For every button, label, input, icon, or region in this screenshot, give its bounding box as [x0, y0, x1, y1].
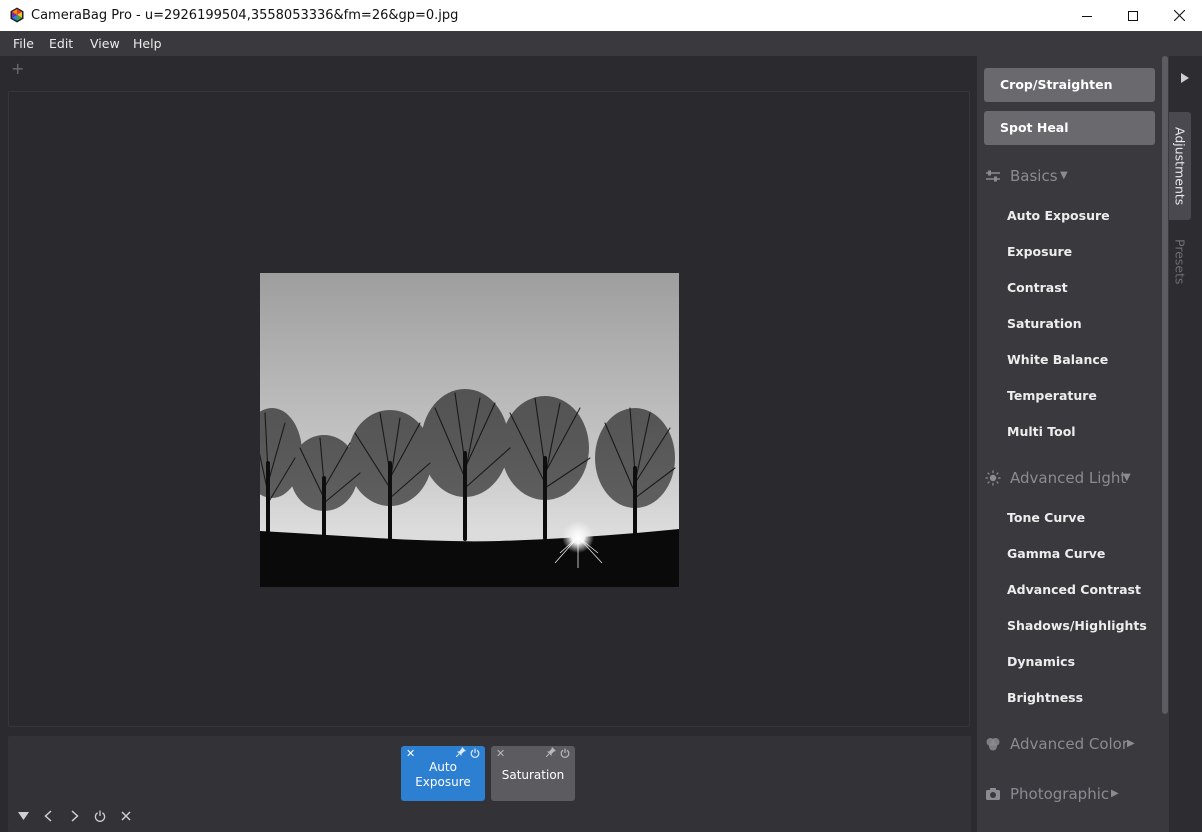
close-icon: [121, 811, 131, 821]
stack-chip-auto-exposure[interactable]: Auto Exposure ✕: [401, 746, 485, 801]
close-button[interactable]: [1156, 0, 1202, 31]
adjustment-gamma-curve[interactable]: Gamma Curve: [1007, 545, 1105, 563]
clear-stack-button[interactable]: [117, 808, 135, 824]
adjustment-brightness[interactable]: Brightness: [1007, 689, 1083, 707]
maximize-icon: [1128, 10, 1138, 21]
adjustment-saturation[interactable]: Saturation: [1007, 315, 1082, 333]
adjustment-white-balance[interactable]: White Balance: [1007, 351, 1108, 369]
remove-icon[interactable]: ✕: [496, 747, 505, 760]
section-basics[interactable]: Basics ▼: [977, 164, 1157, 188]
adjustment-temperature[interactable]: Temperature: [1007, 387, 1097, 405]
adjustments-panel: Crop/Straighten Spot Heal Basics ▼ Auto …: [977, 56, 1169, 832]
previous-icon: [44, 810, 52, 822]
minimize-button[interactable]: [1064, 0, 1110, 31]
chevron-down-icon: ▼: [1123, 472, 1131, 483]
chevron-down-icon: ▼: [1060, 170, 1068, 181]
adjustment-exposure[interactable]: Exposure: [1007, 243, 1072, 261]
menu-bar: File Edit View Help: [0, 31, 1202, 56]
menu-view[interactable]: View: [90, 31, 120, 56]
menu-help[interactable]: Help: [133, 31, 162, 56]
power-icon: [94, 810, 106, 822]
collapse-panel-icon[interactable]: [1181, 73, 1189, 83]
app-logo-icon: [10, 7, 24, 23]
adjustment-dynamics[interactable]: Dynamics: [1007, 653, 1075, 671]
crop-straighten-button[interactable]: Crop/Straighten: [984, 68, 1155, 102]
section-title: Basics: [1010, 167, 1058, 185]
adjustment-multi-tool[interactable]: Multi Tool: [1007, 423, 1076, 441]
stack-chip-saturation[interactable]: Saturation ✕: [491, 746, 575, 801]
chevron-right-icon: ▶: [1127, 738, 1135, 749]
adjustment-auto-exposure[interactable]: Auto Exposure: [1007, 207, 1110, 225]
adjustment-stack: Auto Exposure ✕ Saturation ✕: [8, 736, 971, 832]
camera-icon: [986, 788, 1000, 800]
section-title: Advanced Light: [1010, 469, 1127, 487]
section-title: Advanced Color: [1010, 735, 1129, 753]
power-icon[interactable]: [560, 748, 570, 758]
photo-preview: [260, 273, 679, 587]
add-tab-button[interactable]: +: [11, 60, 24, 78]
collapse-down-icon: [17, 811, 29, 820]
color-circles-icon: [986, 738, 1000, 751]
maximize-button[interactable]: [1110, 0, 1156, 31]
title-bar: CameraBag Pro - u=2926199504,3558053336&…: [0, 0, 1202, 31]
canvas-area: + Auto Exposure ✕ Saturation ✕: [0, 56, 977, 832]
pin-icon[interactable]: [546, 747, 556, 757]
chevron-right-icon: ▶: [1111, 788, 1119, 799]
previous-button[interactable]: [39, 808, 57, 824]
toggle-power-button[interactable]: [91, 808, 109, 824]
next-icon: [71, 810, 79, 822]
side-tabs: Adjustments Presets: [1169, 56, 1202, 832]
collapse-stack-button[interactable]: [14, 808, 32, 824]
pin-icon[interactable]: [456, 747, 466, 757]
section-photographic[interactable]: Photographic ▶: [977, 782, 1157, 806]
sliders-icon: [986, 170, 1000, 182]
section-advanced-color[interactable]: Advanced Color ▶: [977, 732, 1157, 756]
sun-icon: [985, 470, 1001, 486]
section-advanced-light[interactable]: Advanced Light ▼: [977, 466, 1157, 490]
remove-icon[interactable]: ✕: [406, 747, 415, 760]
adjustment-advanced-contrast[interactable]: Advanced Contrast: [1007, 581, 1141, 599]
panel-scrollbar-thumb[interactable]: [1162, 56, 1168, 714]
power-icon[interactable]: [470, 748, 480, 758]
tab-presets[interactable]: Presets: [1169, 232, 1191, 292]
adjustment-tone-curve[interactable]: Tone Curve: [1007, 509, 1085, 527]
menu-edit[interactable]: Edit: [49, 31, 73, 56]
minimize-icon: [1082, 15, 1092, 17]
close-icon: [1173, 10, 1185, 21]
tab-adjustments[interactable]: Adjustments: [1169, 112, 1191, 220]
image-viewer[interactable]: [8, 91, 970, 727]
window-title: CameraBag Pro - u=2926199504,3558053336&…: [31, 8, 459, 23]
next-button[interactable]: [66, 808, 84, 824]
section-title: Photographic: [1010, 785, 1110, 803]
adjustment-shadows-highlights[interactable]: Shadows/Highlights: [1007, 617, 1147, 635]
menu-file[interactable]: File: [13, 31, 34, 56]
spot-heal-button[interactable]: Spot Heal: [984, 111, 1155, 145]
adjustment-contrast[interactable]: Contrast: [1007, 279, 1068, 297]
